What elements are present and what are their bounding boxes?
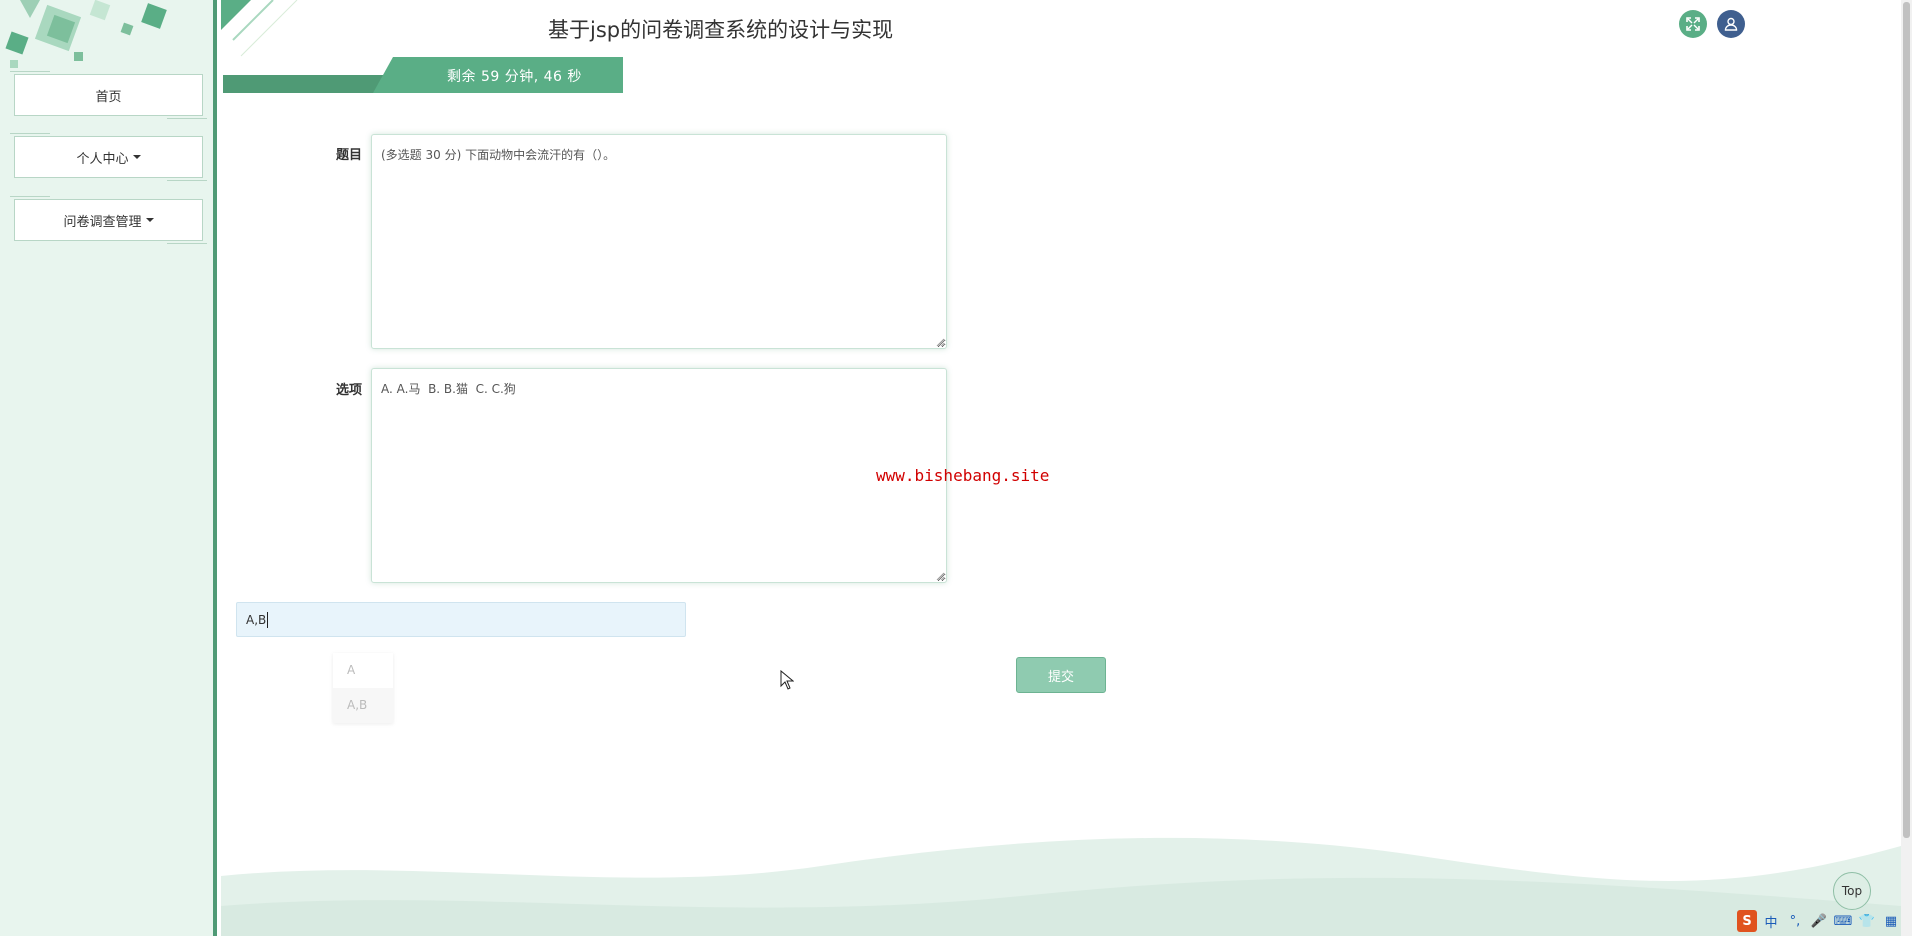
punctuation-icon[interactable]: °, bbox=[1785, 910, 1805, 932]
answer-input[interactable]: A,B bbox=[236, 602, 686, 637]
options-text: A. A.马 B. B.猫 C. C.狗 bbox=[381, 382, 516, 396]
skin-icon[interactable]: 👕 bbox=[1857, 910, 1877, 932]
sidebar-item-label: 问卷调查管理 bbox=[63, 214, 142, 230]
submit-button[interactable]: 提交 bbox=[1016, 657, 1106, 693]
question-textarea[interactable]: (多选题 30 分) 下面动物中会流汗的有（）。 bbox=[371, 134, 947, 349]
chinese-mode-icon[interactable]: 中 bbox=[1761, 910, 1781, 932]
fullscreen-button[interactable] bbox=[1679, 10, 1707, 38]
autocomplete-option[interactable]: A,B bbox=[333, 688, 393, 723]
sidebar-item-label: 首页 bbox=[95, 89, 122, 105]
remaining-time-text: 剩余 59 分钟, 46 秒 bbox=[447, 69, 582, 85]
header-decoration bbox=[221, 0, 298, 57]
sidebar-item-label: 个人中心 bbox=[76, 151, 129, 167]
autocomplete-dropdown: A A,B bbox=[333, 653, 393, 723]
ime-toolbar: S 中 °, 🎤 ⌨ 👕 ▦ bbox=[1737, 908, 1901, 934]
sidebar: 首页 个人中心 问卷调查管理 bbox=[0, 0, 217, 936]
watermark-text: www.bishebang.site bbox=[876, 466, 1050, 485]
autocomplete-option[interactable]: A bbox=[333, 653, 393, 688]
microphone-icon[interactable]: 🎤 bbox=[1809, 910, 1829, 932]
answer-value: A,B bbox=[246, 612, 267, 627]
toolbox-icon[interactable]: ▦ bbox=[1881, 910, 1901, 932]
options-textarea[interactable]: A. A.马 B. B.猫 C. C.狗 bbox=[371, 368, 947, 583]
expand-icon bbox=[1686, 17, 1700, 31]
question-text: (多选题 30 分) 下面动物中会流汗的有（）。 bbox=[381, 148, 616, 162]
sidebar-item-personal-center[interactable]: 个人中心 bbox=[10, 133, 207, 181]
footer-wave-decoration bbox=[221, 837, 1901, 936]
user-icon bbox=[1724, 17, 1738, 31]
back-to-top-button[interactable]: Top bbox=[1833, 872, 1871, 910]
options-label: 选项 bbox=[336, 383, 363, 398]
scrollbar-thumb[interactable] bbox=[1903, 2, 1910, 838]
user-menu-button[interactable] bbox=[1717, 10, 1745, 38]
sogou-logo-icon[interactable]: S bbox=[1737, 910, 1757, 932]
resize-grip-icon[interactable] bbox=[936, 338, 945, 347]
caret-down-icon bbox=[145, 218, 154, 222]
mouse-cursor-icon bbox=[780, 670, 794, 690]
keyboard-icon[interactable]: ⌨ bbox=[1833, 910, 1853, 932]
vertical-scrollbar[interactable] bbox=[1901, 0, 1912, 936]
question-label: 题目 bbox=[336, 148, 363, 163]
sidebar-item-home[interactable]: 首页 bbox=[10, 71, 207, 119]
page-title: 基于jsp的问卷调查系统的设计与实现 bbox=[548, 18, 894, 42]
text-caret bbox=[267, 611, 269, 628]
sidebar-decoration bbox=[0, 0, 213, 80]
sidebar-item-survey-management[interactable]: 问卷调查管理 bbox=[10, 196, 207, 244]
resize-grip-icon[interactable] bbox=[936, 572, 945, 581]
caret-down-icon bbox=[132, 155, 141, 159]
